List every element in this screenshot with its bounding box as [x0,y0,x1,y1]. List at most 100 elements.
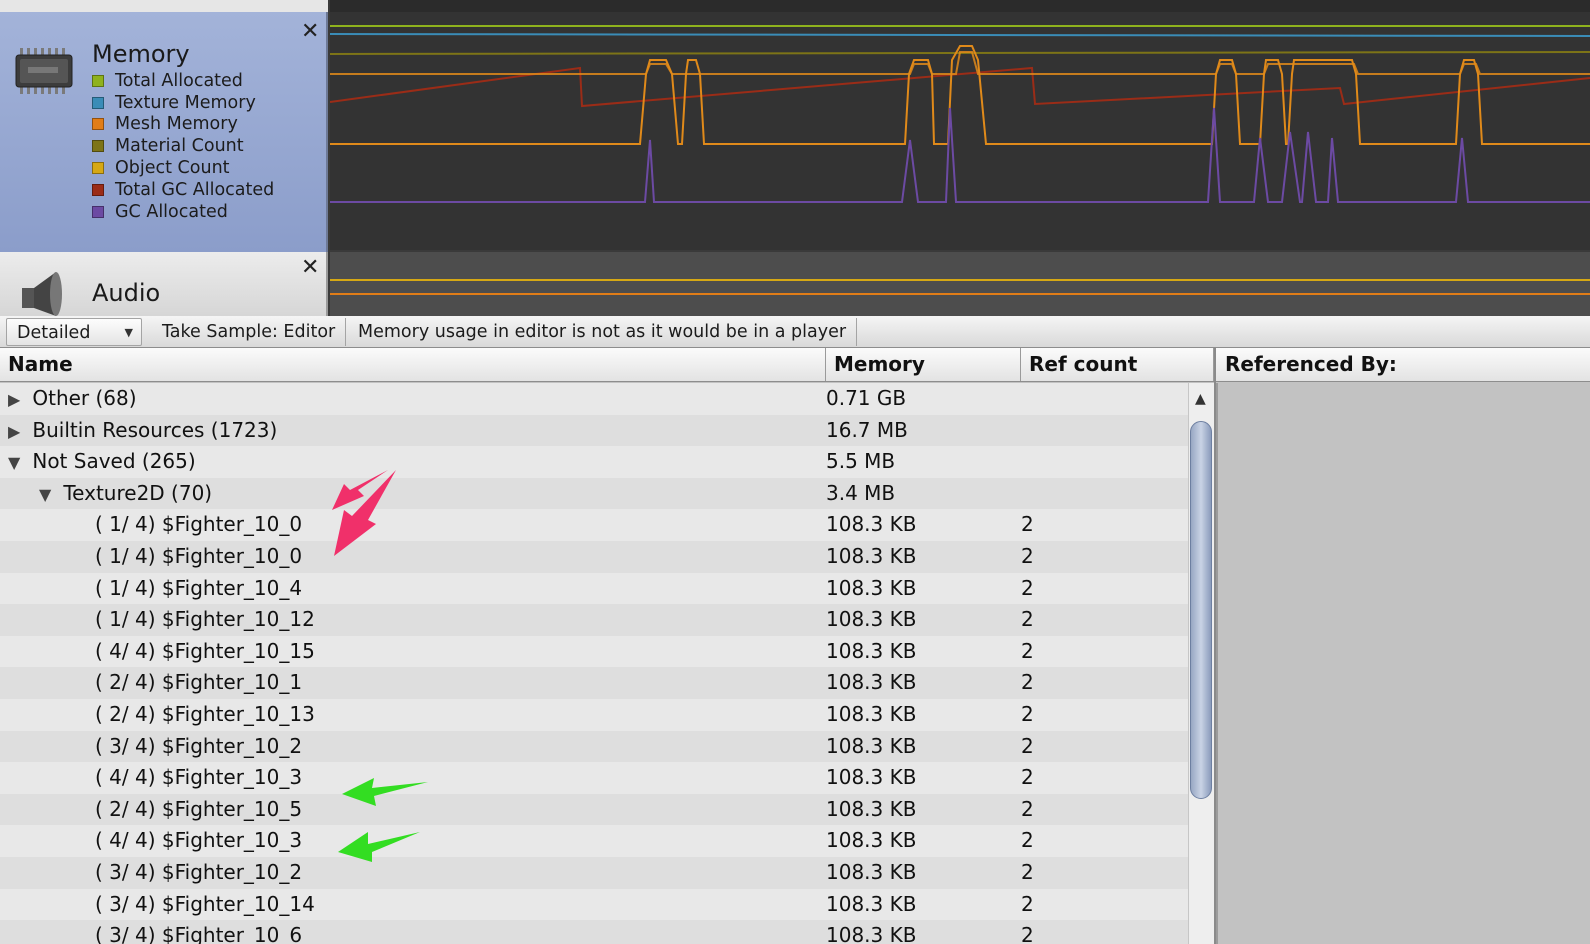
column-header-memory[interactable]: Memory [826,348,1021,381]
legend-swatch [92,183,104,196]
row-memory-cell: 16.7 MB [826,417,908,442]
column-header-name[interactable]: Name [0,348,826,381]
memory-area-panel[interactable]: Memory ✕ Total Allocated Texture Memory … [0,12,328,252]
table-row[interactable]: ▶ Builtin Resources (1723) 16.7 MB [0,414,1188,448]
legend-item[interactable]: Texture Memory [92,92,274,114]
legend-item[interactable]: Material Count [92,135,274,157]
audio-area-panel[interactable]: Audio ✕ [0,252,328,316]
memory-panel-title: Memory [92,40,190,68]
row-memory-cell: 108.3 KB [826,796,917,821]
table-row[interactable]: ( 3/ 4) $Fighter_10_6 108.3 KB 2 [0,920,1188,944]
audio-graph[interactable] [330,252,1590,316]
table-row[interactable]: ( 1/ 4) $Fighter_10_0 108.3 KB 2 [0,541,1188,573]
table-row[interactable]: ( 4/ 4) $Fighter_10_3 108.3 KB 2 [0,825,1188,857]
row-name-label: ( 3/ 4) $Fighter_10_2 [95,860,303,884]
table-row[interactable]: ( 1/ 4) $Fighter_10_0 108.3 KB 2 [0,509,1188,541]
scroll-thumb[interactable] [1190,421,1212,799]
legend-label: Mesh Memory [115,114,238,135]
table-row[interactable]: ( 3/ 4) $Fighter_10_14 108.3 KB 2 [0,888,1188,921]
row-name-cell: ( 1/ 4) $Fighter_10_0 [95,509,302,541]
row-memory-cell: 108.3 KB [826,923,917,944]
expanded-triangle-icon[interactable]: ▼ [39,479,57,511]
row-ref-count-cell: 2 [1021,860,1034,884]
legend-swatch [92,162,104,175]
table-row[interactable]: ( 1/ 4) $Fighter_10_12 108.3 KB 2 [0,604,1188,636]
view-mode-dropdown[interactable]: Detailed ▼ [6,318,142,346]
row-name-label: ( 4/ 4) $Fighter_10_3 [95,765,303,790]
audio-graph-plot [330,279,1590,295]
row-name-label: ( 2/ 4) $Fighter_10_1 [95,670,303,695]
table-row[interactable]: ▼ Not Saved (265) 5.5 MB [0,446,1188,478]
legend-label: Object Count [115,158,230,179]
table-row[interactable]: ( 4/ 4) $Fighter_10_15 108.3 KB 2 [0,635,1188,668]
row-name-label: Texture2D (70) [63,480,213,505]
row-name-label: ( 1/ 4) $Fighter_10_12 [95,607,315,632]
row-memory-cell: 108.3 KB [826,702,917,726]
legend-label: Texture Memory [115,92,256,113]
row-ref-count-cell: 2 [1021,923,1034,944]
legend-swatch [92,74,104,87]
table-row[interactable]: ( 3/ 4) $Fighter_10_2 108.3 KB 2 [0,730,1188,763]
row-name-label: ( 1/ 4) $Fighter_10_0 [95,512,303,537]
vertical-scrollbar[interactable]: ▲ [1188,383,1214,944]
table-row[interactable]: ( 3/ 4) $Fighter_10_2 108.3 KB 2 [0,857,1188,889]
legend-item[interactable]: Total Allocated [92,70,274,92]
table-row[interactable]: ( 2/ 4) $Fighter_10_5 108.3 KB 2 [0,793,1188,826]
column-header-ref-count[interactable]: Ref count [1021,348,1214,381]
row-memory-cell: 108.3 KB [826,575,917,600]
row-ref-count-cell: 2 [1021,512,1034,537]
expanded-triangle-icon[interactable]: ▼ [8,447,26,479]
row-ref-count-cell: 2 [1021,702,1034,726]
legend-swatch [92,205,104,218]
object-count-line-2 [330,51,1590,75]
close-memory-icon[interactable]: ✕ [301,21,319,43]
row-memory-cell: 108.3 KB [826,638,917,663]
row-ref-count-cell: 2 [1021,544,1034,568]
table-row[interactable]: ( 2/ 4) $Fighter_10_1 108.3 KB 2 [0,667,1188,699]
editor-memory-notice: Memory usage in editor is not as it woul… [348,318,858,346]
speaker-icon [22,272,62,316]
column-header-referenced-by: Referenced By: [1225,352,1397,376]
legend-item[interactable]: Object Count [92,157,274,179]
legend-item[interactable]: Total GC Allocated [92,179,274,201]
profiler-area: Memory ✕ Total Allocated Texture Memory … [0,0,1590,316]
chevron-down-icon: ▼ [124,326,133,339]
legend-item[interactable]: Mesh Memory [92,114,274,136]
table-row[interactable]: ( 4/ 4) $Fighter_10_3 108.3 KB 2 [0,762,1188,794]
row-name-cell: ( 2/ 4) $Fighter_10_13 [95,699,315,731]
memory-toolbar: Detailed ▼ Take Sample: Editor Memory us… [0,316,1590,348]
row-name-label: Other (68) [32,386,137,410]
audio-panel-title: Audio [92,279,161,307]
table-row[interactable]: ▶ Other (68) 0.71 GB [0,383,1188,415]
scroll-up-icon[interactable]: ▲ [1195,391,1206,407]
row-ref-count-cell: 2 [1021,575,1034,600]
take-sample-button[interactable]: Take Sample: Editor [152,318,347,346]
table-row[interactable]: ▼ Texture2D (70) 3.4 MB [0,477,1188,511]
row-name-cell: ( 1/ 4) $Fighter_10_0 [95,541,302,573]
row-name-label: Not Saved (265) [32,449,196,474]
table-row[interactable]: ( 1/ 4) $Fighter_10_4 108.3 KB 2 [0,572,1188,605]
row-name-cell: ( 3/ 4) $Fighter_10_2 [95,731,302,763]
row-memory-cell: 108.3 KB [826,891,917,916]
table-row[interactable]: ( 2/ 4) $Fighter_10_13 108.3 KB 2 [0,699,1188,731]
row-name-label: ( 1/ 4) $Fighter_10_0 [95,544,303,568]
row-name-cell: ( 3/ 4) $Fighter_10_14 [95,889,315,921]
row-name-cell: ( 1/ 4) $Fighter_10_12 [95,604,315,636]
row-name-label: ( 2/ 4) $Fighter_10_5 [95,796,303,821]
gc-allocated-line [330,107,1590,203]
row-name-cell: ▼ Not Saved (265) [8,446,196,479]
row-name-label: ( 1/ 4) $Fighter_10_4 [95,575,303,600]
legend-item[interactable]: GC Allocated [92,201,274,223]
row-ref-count-cell: 2 [1021,670,1034,695]
memory-legend: Total Allocated Texture Memory Mesh Memo… [92,70,274,223]
collapsed-triangle-icon[interactable]: ▶ [8,384,26,416]
row-memory-cell: 108.3 KB [826,544,917,568]
memory-graph[interactable] [329,12,1590,250]
row-ref-count-cell: 2 [1021,796,1034,821]
collapsed-triangle-icon[interactable]: ▶ [8,416,26,448]
row-name-cell: ( 2/ 4) $Fighter_10_5 [95,794,302,826]
object-count-line [330,45,1590,145]
row-name-cell: ( 3/ 4) $Fighter_10_2 [95,857,302,889]
close-audio-icon[interactable]: ✕ [301,257,319,279]
row-ref-count-cell: 2 [1021,733,1034,758]
